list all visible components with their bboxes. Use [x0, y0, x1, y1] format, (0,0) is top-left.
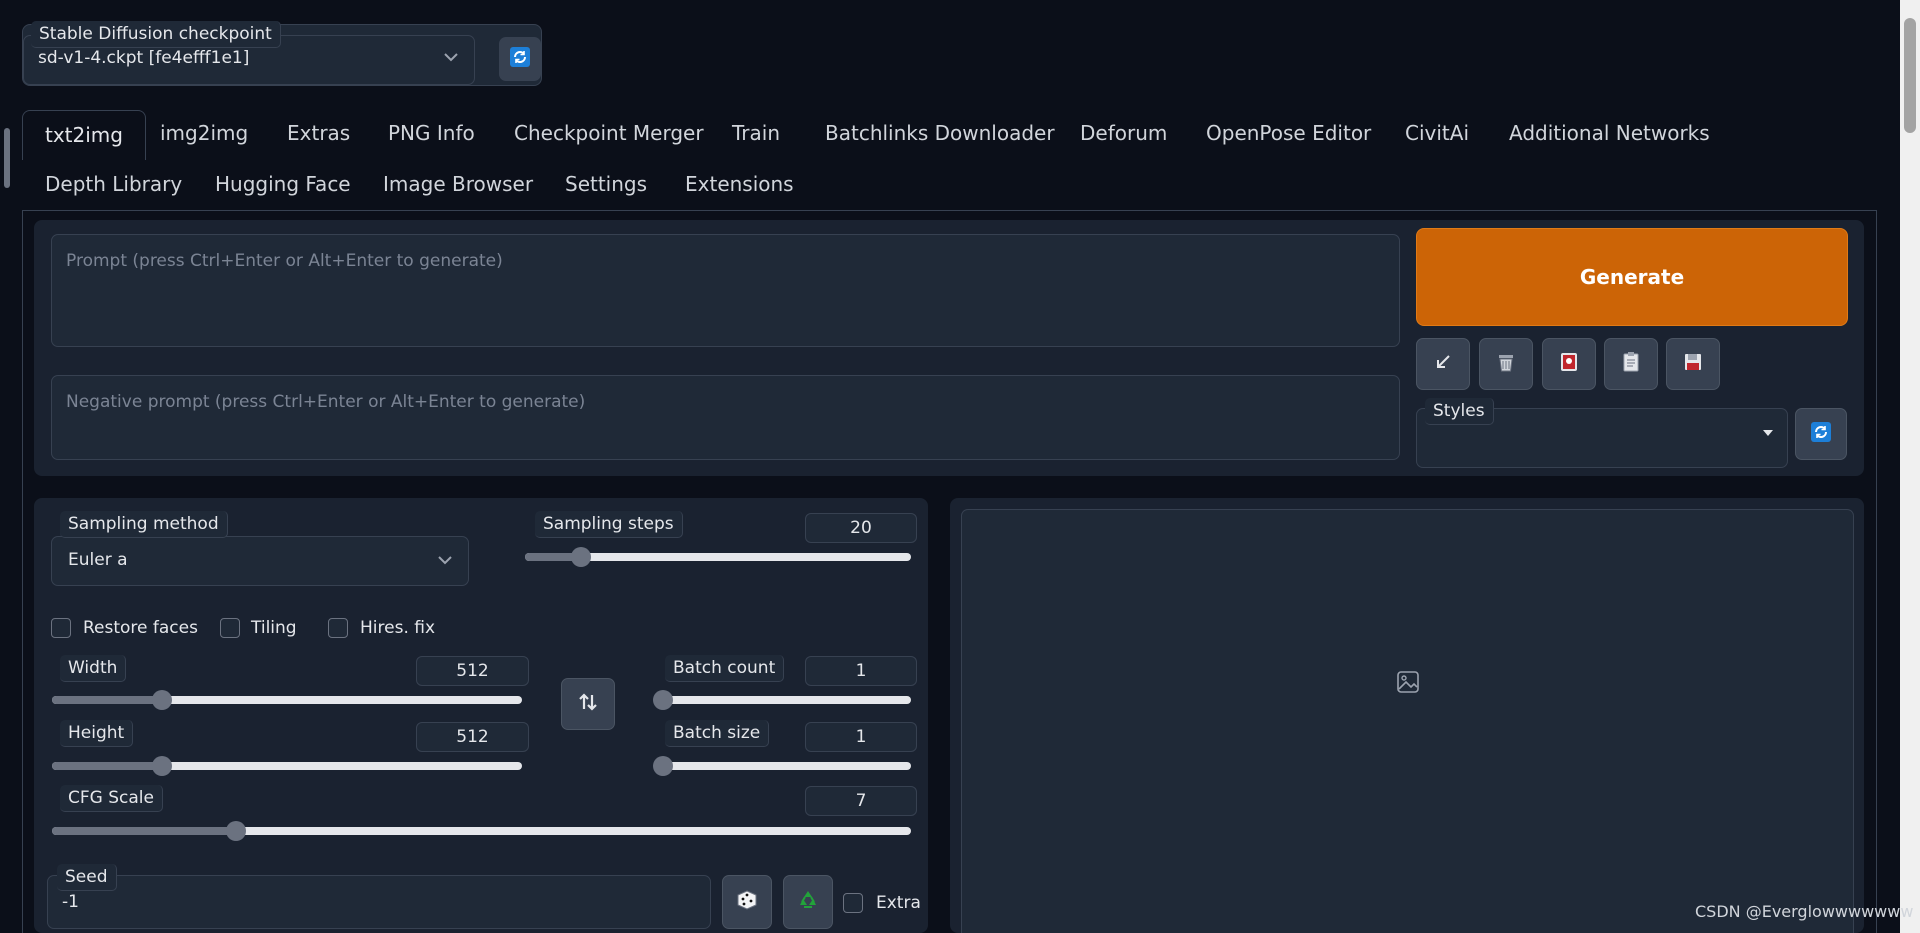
top-edge: [0, 0, 1900, 3]
apply-style-button[interactable]: [1604, 338, 1658, 390]
restore-faces-checkbox[interactable]: [51, 618, 71, 638]
checkpoint-value: sd-v1-4.ckpt [fe4efff1e1]: [38, 48, 250, 68]
extra-seed-label: Extra: [876, 893, 921, 913]
tab-extras[interactable]: Extras: [287, 119, 350, 147]
tab-depth-library[interactable]: Depth Library: [45, 170, 182, 198]
restore-faces-label: Restore faces: [83, 618, 198, 638]
random-seed-button[interactable]: [722, 875, 772, 929]
prompt-placeholder: Prompt (press Ctrl+Enter or Alt+Enter to…: [66, 251, 503, 271]
left-scroll-indicator: [4, 128, 10, 188]
page-scrollbar[interactable]: [1900, 0, 1920, 933]
height-slider-fill: [52, 762, 163, 770]
dice-icon: [736, 889, 758, 916]
cfg-scale-slider[interactable]: [52, 821, 911, 841]
sampling-steps-input[interactable]: 20: [805, 513, 917, 543]
batch-size-slider[interactable]: [653, 756, 911, 776]
red-card-icon: [1558, 351, 1580, 378]
height-input[interactable]: 512: [416, 722, 529, 752]
sampling-method-value: Euler a: [68, 550, 128, 570]
tab-img2img[interactable]: img2img: [160, 119, 248, 147]
chevron-down-icon: [436, 551, 454, 574]
checkpoint-refresh-button[interactable]: [499, 37, 541, 81]
extra-seed-checkbox[interactable]: [843, 893, 863, 913]
seed-input[interactable]: -1: [47, 875, 711, 929]
tab-hugging-face[interactable]: Hugging Face: [215, 170, 351, 198]
tab-batchlinks-downloader[interactable]: Batchlinks Downloader: [825, 119, 1055, 147]
batch-size-slider-thumb[interactable]: [653, 756, 673, 776]
hires-fix-checkbox[interactable]: [328, 618, 348, 638]
image-placeholder-icon: [1396, 670, 1420, 699]
swap-arrows-icon: [577, 691, 599, 718]
tab-checkpoint-merger[interactable]: Checkpoint Merger: [514, 119, 704, 147]
floppy-disk-icon: [1682, 351, 1704, 378]
sampling-steps-slider[interactable]: [525, 547, 911, 567]
output-gallery[interactable]: [961, 509, 1854, 933]
styles-label: Styles: [1425, 398, 1494, 425]
prompt-input[interactable]: Prompt (press Ctrl+Enter or Alt+Enter to…: [51, 234, 1400, 347]
batch-count-input[interactable]: 1: [805, 656, 917, 686]
tab-settings[interactable]: Settings: [565, 170, 647, 198]
tab-png-info[interactable]: PNG Info: [388, 119, 475, 147]
generate-button[interactable]: Generate: [1416, 228, 1848, 326]
tab-txt2img[interactable]: txt2img: [22, 110, 146, 160]
batch-count-label: Batch count: [665, 655, 785, 682]
clear-prompt-button[interactable]: [1479, 338, 1533, 390]
width-slider-fill: [52, 696, 163, 704]
batch-size-input[interactable]: 1: [805, 722, 917, 752]
width-label: Width: [60, 655, 127, 682]
cfg-scale-slider-thumb[interactable]: [225, 821, 246, 841]
tab-train[interactable]: Train: [732, 119, 780, 147]
width-slider[interactable]: [52, 690, 522, 710]
clipboard-icon: [1620, 351, 1642, 378]
tab-civitai[interactable]: CivitAi: [1405, 119, 1469, 147]
tab-deforum[interactable]: Deforum: [1080, 119, 1167, 147]
cfg-scale-label: CFG Scale: [60, 785, 163, 812]
height-slider[interactable]: [52, 756, 522, 776]
reuse-seed-button[interactable]: [783, 875, 833, 929]
styles-refresh-button[interactable]: [1795, 408, 1847, 460]
checkpoint-block: sd-v1-4.ckpt [fe4efff1e1] Stable Diffusi…: [22, 21, 542, 86]
cfg-scale-input[interactable]: 7: [805, 786, 917, 816]
page-scrollbar-thumb[interactable]: [1904, 18, 1916, 133]
extra-networks-button[interactable]: [1542, 338, 1596, 390]
tab-extensions[interactable]: Extensions: [685, 170, 794, 198]
negative-prompt-placeholder: Negative prompt (press Ctrl+Enter or Alt…: [66, 392, 586, 412]
refresh-icon: [1810, 421, 1832, 448]
width-input[interactable]: 512: [416, 656, 529, 686]
cfg-scale-slider-fill: [52, 827, 236, 835]
negative-prompt-input[interactable]: Negative prompt (press Ctrl+Enter or Alt…: [51, 375, 1400, 460]
hires-fix-label: Hires. fix: [360, 618, 436, 638]
sampling-steps-label: Sampling steps: [535, 511, 683, 538]
tab-image-browser[interactable]: Image Browser: [383, 170, 533, 198]
sampling-method-label: Sampling method: [60, 511, 228, 538]
seed-label: Seed: [57, 864, 117, 891]
tiling-checkbox[interactable]: [220, 618, 240, 638]
batch-count-slider-thumb[interactable]: [653, 690, 673, 710]
arrow-diagonal-icon: [1433, 352, 1453, 377]
refresh-icon: [509, 46, 531, 73]
checkpoint-label: Stable Diffusion checkpoint: [31, 21, 281, 48]
tiling-label: Tiling: [251, 618, 297, 638]
batch-size-label: Batch size: [665, 720, 770, 747]
trash-icon: [1495, 351, 1517, 378]
batch-count-slider[interactable]: [653, 690, 911, 710]
watermark: CSDN @Everglowwwwwww: [1695, 902, 1914, 921]
tab-openpose-editor[interactable]: OpenPose Editor: [1206, 119, 1371, 147]
tab-additional-networks[interactable]: Additional Networks: [1509, 119, 1710, 147]
swap-dimensions-button[interactable]: [561, 678, 615, 730]
read-params-button[interactable]: [1416, 338, 1470, 390]
height-label: Height: [60, 720, 134, 747]
sampling-method-dropdown[interactable]: Euler a: [51, 536, 469, 586]
recycle-icon: [796, 888, 820, 917]
chevron-down-icon: [442, 48, 460, 71]
seed-value: -1: [62, 892, 79, 912]
save-style-button[interactable]: [1666, 338, 1720, 390]
caret-down-icon: [1761, 425, 1775, 445]
